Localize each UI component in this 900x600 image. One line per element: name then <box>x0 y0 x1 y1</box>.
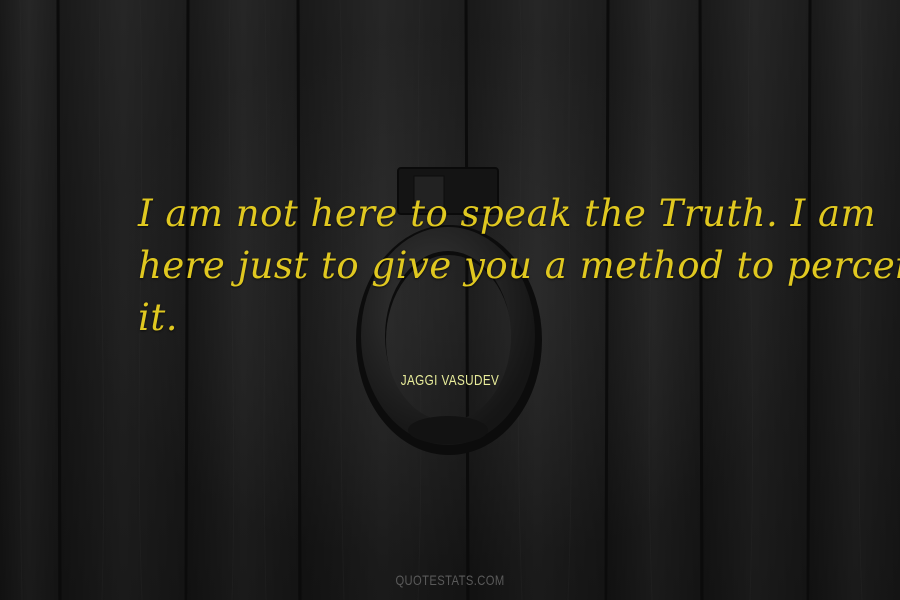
site-watermark: QUOTESTATS.COM <box>395 572 505 588</box>
quote-author: JAGGI VASUDEV <box>400 372 500 389</box>
quote-image: I am not here to speak the Truth. I am h… <box>0 0 900 600</box>
quote-line-1: I am not here to speak the Truth. I am <box>138 192 877 235</box>
quote-text: I am not here to speak the Truth. I am h… <box>138 188 900 344</box>
quote-line-3: it. <box>138 296 178 339</box>
knocker-strike-plate <box>408 416 488 444</box>
quote-line-2: here just to give you a method to percei… <box>138 244 900 287</box>
